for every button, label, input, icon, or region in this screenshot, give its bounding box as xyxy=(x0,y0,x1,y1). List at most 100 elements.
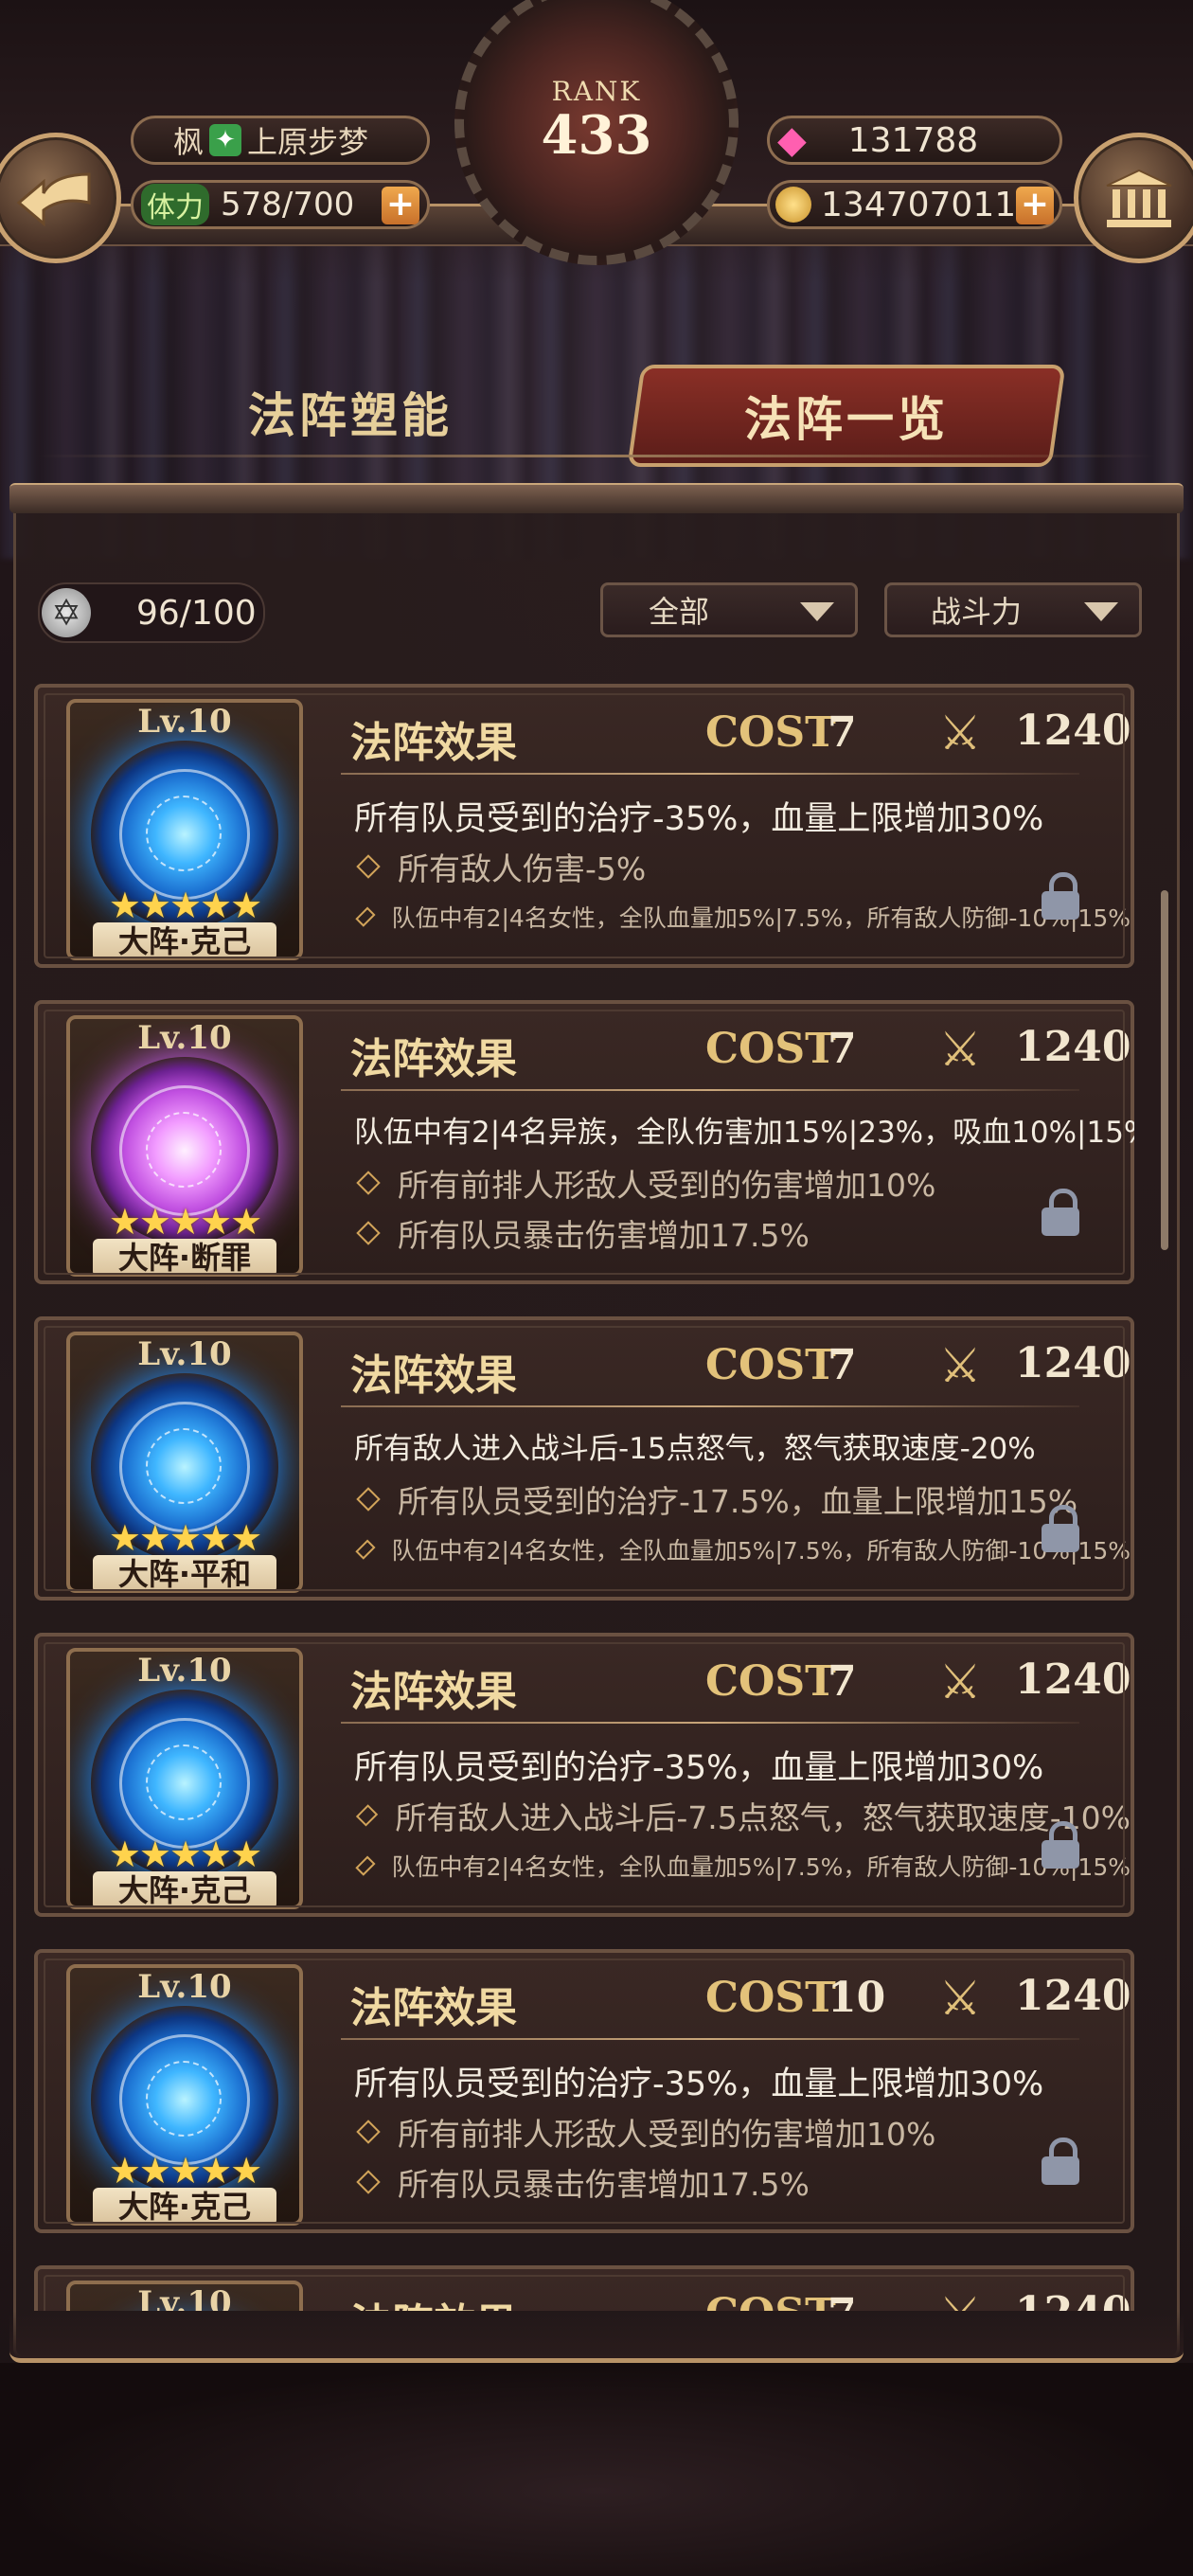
cost-label: COST xyxy=(705,1341,836,1389)
tab-bar: 法阵塑能 法阵一览 xyxy=(38,365,1155,467)
crossed-swords-icon: ⚔ xyxy=(938,1022,982,1077)
sort-dropdown-label: 战斗力 xyxy=(931,594,1023,630)
effect-sub-2-text: 所有队员暴击伤害增加17.5% xyxy=(398,1217,810,1254)
diamond-bullet-icon xyxy=(355,1855,376,1876)
stamina-plus-button[interactable]: + xyxy=(382,187,419,224)
cost-label: COST xyxy=(705,2290,836,2311)
gold-plus-button[interactable]: + xyxy=(1016,187,1054,224)
rank-emblem: RANK 433 xyxy=(454,0,739,275)
crossed-swords-icon: ⚔ xyxy=(938,1338,982,1393)
array-card[interactable]: Lv.10 ★★★★★ 大阵·克己 法阵效果 COST 7 ⚔ 1240 所有队员受到的治疗-3… xyxy=(34,1633,1134,1917)
effect-main: 所有队员受到的治疗-35%，血量上限增加30% xyxy=(354,800,1044,838)
stamina-value: 578/700 xyxy=(221,186,355,224)
effect-main: 所有队员受到的治疗-35%，血量上限增加30% xyxy=(354,1749,1044,1787)
divider xyxy=(341,1722,1079,1724)
effect-sub-2: 所有队员暴击伤害增加17.5% xyxy=(354,2159,1131,2205)
array-portrait[interactable]: Lv.10 ★★★★★ 大阵·断罪 xyxy=(66,1015,303,1277)
temple-icon xyxy=(1106,169,1172,227)
hexagram-icon: ✡ xyxy=(42,588,91,637)
lock-icon[interactable] xyxy=(1042,872,1079,921)
tab-label: 法阵一览 xyxy=(744,391,949,447)
diamond-bullet-icon xyxy=(356,854,381,879)
divider xyxy=(341,2038,1079,2040)
effect-sub-1-text: 所有队员受到的治疗-17.5%，血量上限增加15% xyxy=(398,1483,1078,1520)
filter-dropdown[interactable]: 全部 xyxy=(600,582,858,637)
array-portrait[interactable]: Lv.10 ★★★★★ 大阵·平和 xyxy=(66,1332,303,1593)
lock-icon[interactable] xyxy=(1042,2138,1079,2187)
diamond-bullet-icon xyxy=(355,1804,379,1827)
filter-dropdown-label: 全部 xyxy=(649,594,710,630)
back-arrow-icon xyxy=(16,172,91,227)
clover-icon: ✦ xyxy=(209,124,242,156)
array-count-value: 96/100 xyxy=(136,593,257,633)
array-list: Lv.10 ★★★★★ 大阵·克己 法阵效果 COST 7 ⚔ 1240 所有队员受到的治疗-3… xyxy=(34,684,1134,2311)
effect-sub-2-text: 所有队员暴击伤害增加17.5% xyxy=(398,2166,810,2203)
array-portrait[interactable]: Lv.10 ★★★★★ 大阵·克己 xyxy=(66,1964,303,2226)
array-name: 大阵·克己 xyxy=(93,922,276,957)
array-portrait[interactable]: Lv.10 xyxy=(66,2281,303,2311)
effect-sub-1-text: 所有前排人形敌人受到的伤害增加10% xyxy=(398,2116,936,2153)
sort-dropdown[interactable]: 战斗力 xyxy=(884,582,1142,637)
lock-icon[interactable] xyxy=(1042,1821,1079,1870)
stamina-pill: 体力 578/700 + xyxy=(131,180,430,229)
effect-sub-2-text: 队伍中有2|4名女性，全队血量加5%|7.5%，所有敌人防御-10%|15% xyxy=(391,1853,1131,1881)
array-card[interactable]: Lv.10 ★★★★★ 大阵·平和 法阵效果 COST 7 ⚔ 1240 所有敌人进入战斗后-1… xyxy=(34,1316,1134,1601)
dropdown-arrow-icon xyxy=(1084,602,1118,621)
effect-title: 法阵效果 xyxy=(350,1668,517,1716)
crossed-swords-icon: ⚔ xyxy=(938,1655,982,1709)
array-name: 大阵·克己 xyxy=(93,1871,276,1905)
effect-sub-1-text: 所有前排人形敌人受到的伤害增加10% xyxy=(398,1167,936,1204)
effect-sub-2: 队伍中有2|4名女性，全队血量加5%|7.5%，所有敌人防御-10%|15% xyxy=(354,900,1131,934)
power-value: 1240 xyxy=(1015,1339,1131,1387)
star-rating: ★★★★★ xyxy=(108,885,262,926)
effect-sub-2: 队伍中有2|4名女性，全队血量加5%|7.5%，所有敌人防御-10%|15% xyxy=(354,1849,1131,1883)
tab-array-empower[interactable]: 法阵塑能 xyxy=(208,365,492,459)
effect-sub-1: 所有敌人进入战斗后-7.5点怒气，怒气获取速度-10% xyxy=(354,1793,1131,1838)
array-level: Lv.10 xyxy=(137,1968,232,2006)
effect-sub-1: 所有敌人伤害-5% xyxy=(354,844,1131,889)
divider xyxy=(341,1089,1079,1091)
player-name-pill: 枫 ✦ 上原步梦 xyxy=(131,116,430,165)
array-level: Lv.10 xyxy=(137,1652,232,1690)
array-level: Lv.10 xyxy=(137,1019,232,1057)
tab-array-overview[interactable]: 法阵一览 xyxy=(627,365,1066,467)
home-button[interactable] xyxy=(1074,133,1193,263)
panel-header-bar xyxy=(9,483,1184,513)
array-level: Lv.10 xyxy=(137,703,232,741)
divider xyxy=(341,1405,1079,1407)
star-rating: ★★★★★ xyxy=(108,1201,262,1243)
array-card[interactable]: Lv.10 ★★★★★ 大阵·克己 法阵效果 COST 7 ⚔ 1240 所有队员受到的治疗-3… xyxy=(34,684,1134,968)
cost-value: 10 xyxy=(828,1974,886,2022)
star-rating: ★★★★★ xyxy=(108,1834,262,1875)
gold-coin-icon xyxy=(775,187,811,223)
crossed-swords-icon: ⚔ xyxy=(938,1971,982,2026)
lock-icon[interactable] xyxy=(1042,1505,1079,1554)
cost-value: 7 xyxy=(828,708,857,757)
array-name: 大阵·平和 xyxy=(93,1555,276,1589)
cost-value: 7 xyxy=(828,2290,857,2311)
gem-icon: ◆ xyxy=(777,118,807,162)
array-portrait[interactable]: Lv.10 ★★★★★ 大阵·克己 xyxy=(66,699,303,960)
power-value: 1240 xyxy=(1015,707,1131,755)
crossed-swords-icon: ⚔ xyxy=(938,706,982,760)
gems-value: 131788 xyxy=(847,120,979,160)
array-card[interactable]: Lv.10 ★★★★★ 大阵·断罪 法阵效果 COST 7 ⚔ 1240 队伍中有2|4名异族，… xyxy=(34,1000,1134,1284)
effect-title: 法阵效果 xyxy=(350,1351,517,1400)
diamond-bullet-icon xyxy=(355,906,376,927)
cost-value: 7 xyxy=(828,1657,857,1706)
tab-divider xyxy=(38,455,1155,457)
array-card[interactable]: Lv.10 法阵效果 COST7 ⚔ 1240 xyxy=(34,2265,1134,2311)
array-count: ✡ 96/100 xyxy=(38,582,265,643)
lock-icon[interactable] xyxy=(1042,1189,1079,1238)
effect-title: 法阵效果 xyxy=(350,1035,517,1083)
array-card[interactable]: Lv.10 ★★★★★ 大阵·克己 法阵效果 COST 10 ⚔ 1240 所有队员受到的治疗-… xyxy=(34,1949,1134,2233)
stamina-label: 体力 xyxy=(141,184,209,225)
effect-sub-1-text: 所有敌人伤害-5% xyxy=(398,850,647,887)
effect-main: 所有敌人进入战斗后-15点怒气，怒气获取速度-20% xyxy=(354,1432,1036,1466)
array-portrait[interactable]: Lv.10 ★★★★★ 大阵·克己 xyxy=(66,1648,303,1909)
scrollbar[interactable] xyxy=(1161,890,1168,1250)
effect-title: 法阵效果 xyxy=(350,719,517,767)
effect-main: 队伍中有2|4名异族，全队伤害加15%|23%，吸血10%|15% xyxy=(354,1116,1134,1150)
effect-sub-2: 队伍中有2|4名女性，全队血量加5%|7.5%，所有敌人防御-10%|15% xyxy=(354,1532,1131,1566)
gold-pill: 134707011 + xyxy=(767,180,1062,229)
